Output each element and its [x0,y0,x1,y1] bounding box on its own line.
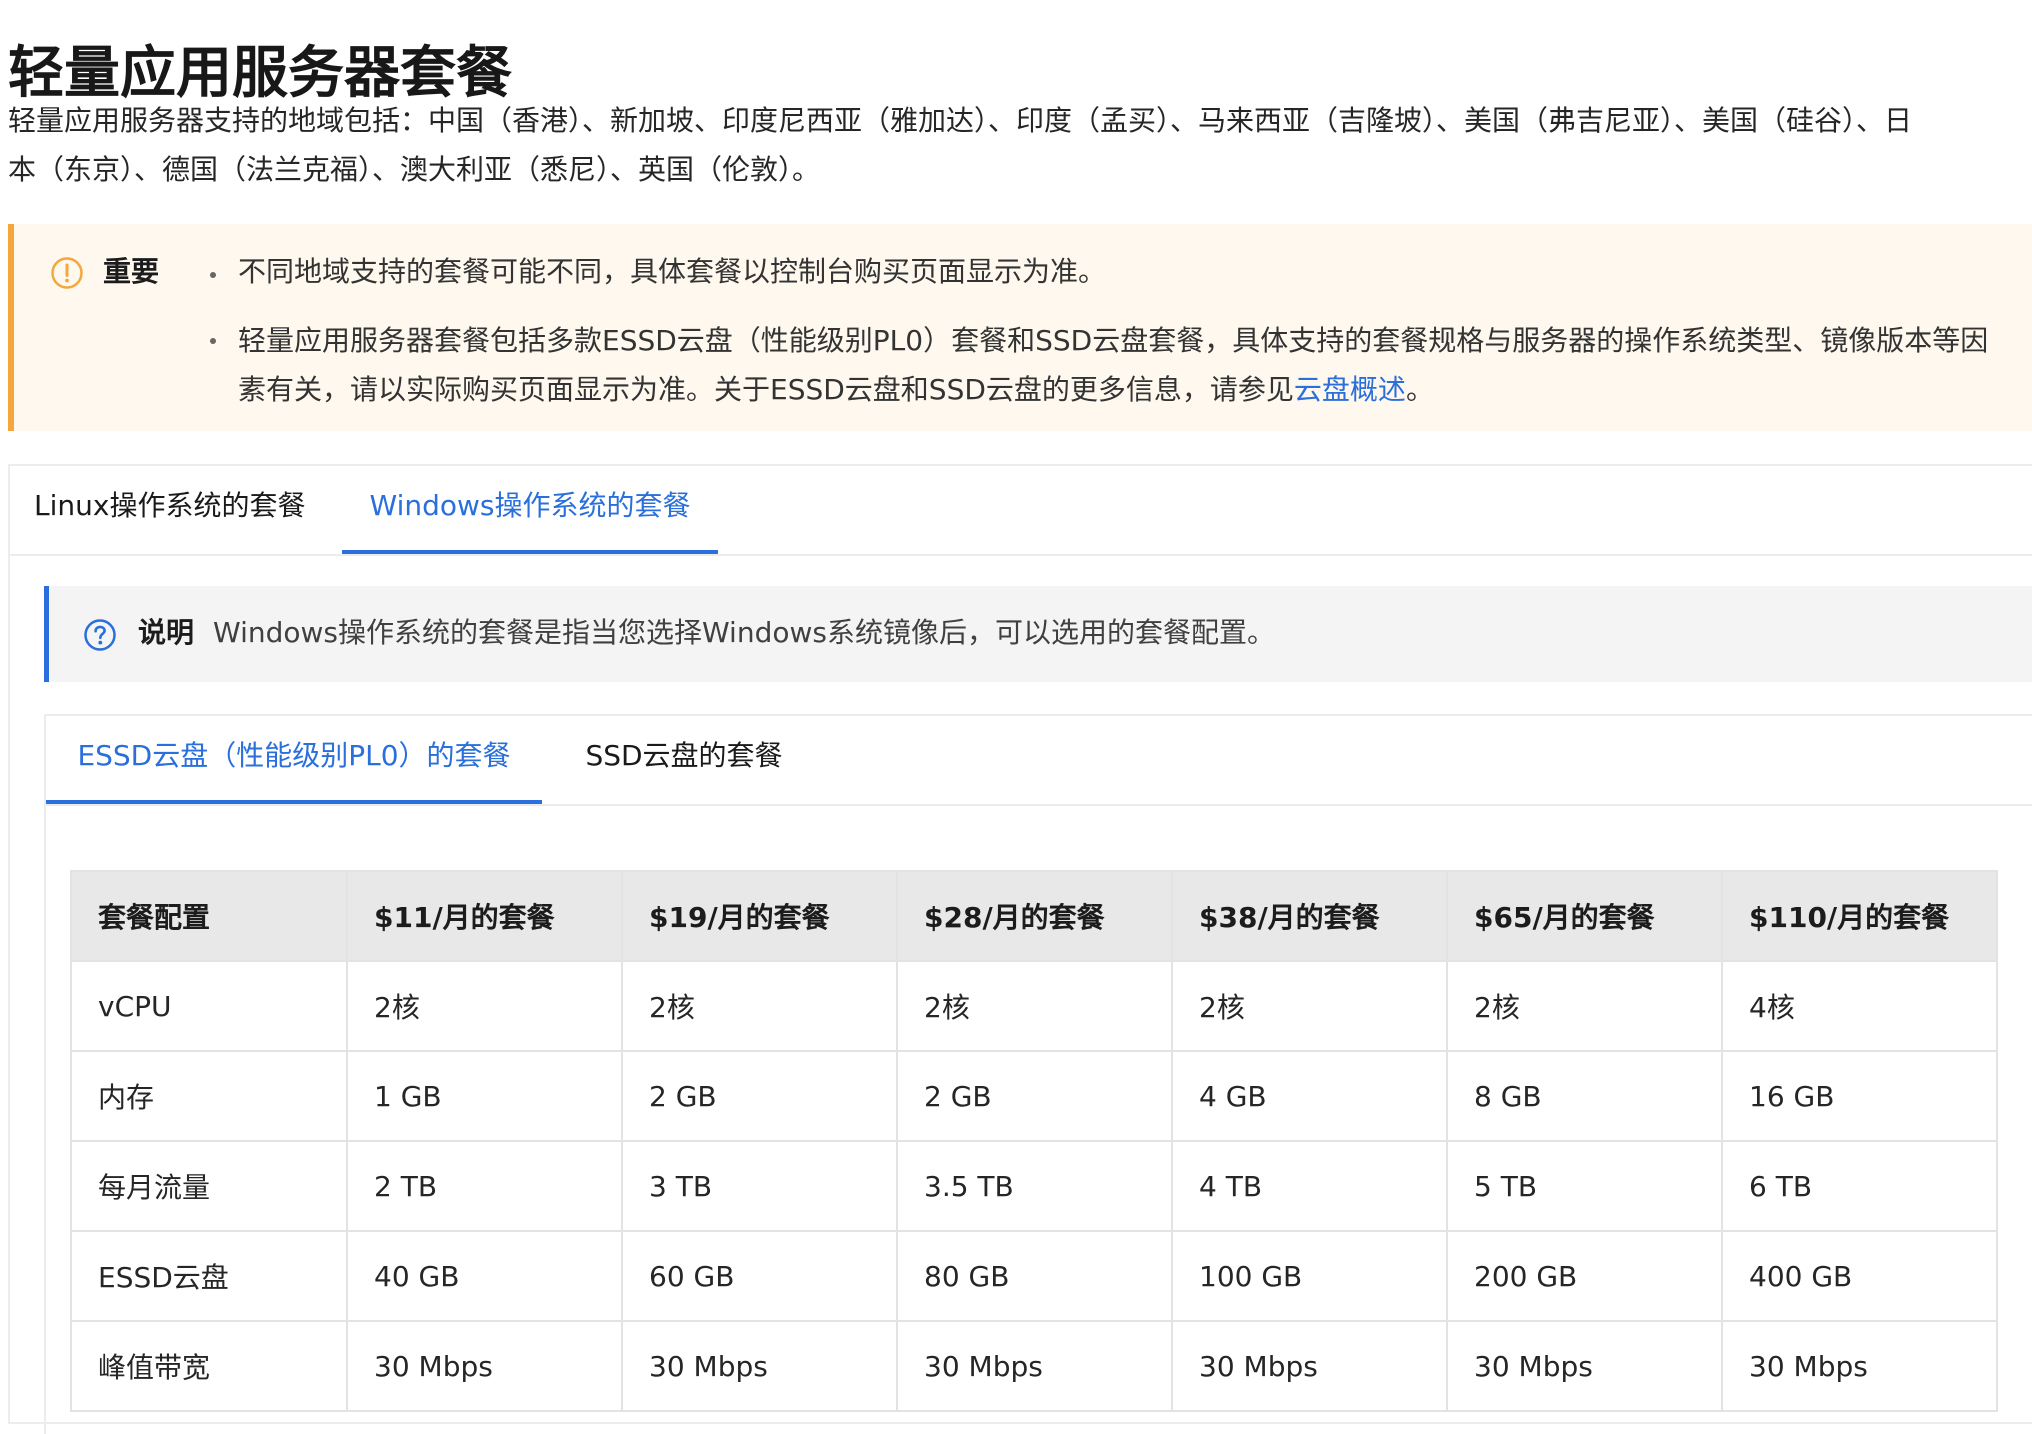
table-cell: 40 GB [346,1230,623,1322]
table-cell: 2核 [1171,960,1448,1052]
important-bullet-2: 轻量应用服务器套餐包括多款ESSD云盘（性能级别PL0）套餐和SSD云盘套餐，具… [210,316,2032,414]
table-cell: 30 Mbps [1446,1320,1723,1412]
important-notice: 重要 不同地域支持的套餐可能不同，具体套餐以控制台购买页面显示为准。 轻量应用服… [8,224,2032,431]
region-intro-line-1: 轻量应用服务器支持的地域包括：中国（香港）、新加坡、印度尼西亚（雅加达）、印度（… [8,104,1913,137]
table-cell: 5 TB [1446,1140,1723,1232]
table-cell: 80 GB [896,1230,1173,1322]
table-cell: 4核 [1721,960,1998,1052]
table-cell: 2 TB [346,1140,623,1232]
table-cell: 2 GB [896,1050,1173,1142]
table-cell: 6 TB [1721,1140,1998,1232]
table-cell: 2核 [621,960,898,1052]
table-cell: 4 GB [1171,1050,1448,1142]
important-bullet-2-text: 素有关，请以实际购买页面显示为准。关于ESSD云盘和SSD云盘的更多信息，请参见 [238,373,1294,406]
table-cell: 峰值带宽 [70,1320,348,1412]
os-tab-panel: Linux操作系统的套餐 Windows操作系统的套餐 说明 Windows操作… [8,464,2032,1434]
disk-tab-bar: ESSD云盘（性能级别PL0）的套餐 SSD云盘的套餐 [46,716,2032,806]
table-cell: 60 GB [621,1230,898,1322]
note-callout: 说明 Windows操作系统的套餐是指当您选择Windows系统镜像后，可以选用… [44,586,2032,682]
table-cell: 3.5 TB [896,1140,1173,1232]
note-label: 说明 [138,616,195,649]
table-cell: vCPU [70,960,348,1052]
question-circle-icon [83,618,117,652]
plans-table: 套餐配置 $11/月的套餐 $19/月的套餐 $28/月的套餐 $38/月的套餐… [70,870,1998,1412]
table-cell: 8 GB [1446,1050,1723,1142]
tab-linux[interactable]: Linux操作系统的套餐 [34,466,305,554]
disk-tab-panel: ESSD云盘（性能级别PL0）的套餐 SSD云盘的套餐 套餐配置 $11/月的套… [44,714,2032,1434]
table-cell: 2核 [896,960,1173,1052]
important-bullet-1: 不同地域支持的套餐可能不同，具体套餐以控制台购买页面显示为准。 [210,252,2032,292]
table-cell: 2 GB [621,1050,898,1142]
table-cell: 每月流量 [70,1140,348,1232]
important-bullet-2-line-2: 素有关，请以实际购买页面显示为准。关于ESSD云盘和SSD云盘的更多信息，请参见… [238,365,2032,414]
table-cell: 30 Mbps [896,1320,1173,1412]
table-cell: 3 TB [621,1140,898,1232]
table-header-cell: 套餐配置 [70,870,348,962]
table-row: 每月流量 2 TB 3 TB 3.5 TB 4 TB 5 TB 6 TB [70,1140,1998,1232]
important-bullet-2-line-1: 轻量应用服务器套餐包括多款ESSD云盘（性能级别PL0）套餐和SSD云盘套餐，具… [238,324,1989,357]
tab-windows[interactable]: Windows操作系统的套餐 [342,466,718,554]
tab-essd[interactable]: ESSD云盘（性能级别PL0）的套餐 [46,716,542,804]
table-cell: 30 Mbps [346,1320,623,1412]
cloud-disk-overview-link[interactable]: 云盘概述 [1294,373,1406,406]
table-cell: 2核 [1446,960,1723,1052]
table-cell: 400 GB [1721,1230,1998,1322]
table-header-row: 套餐配置 $11/月的套餐 $19/月的套餐 $28/月的套餐 $38/月的套餐… [70,870,1998,962]
table-row: 内存 1 GB 2 GB 2 GB 4 GB 8 GB 16 GB [70,1050,1998,1142]
table-cell: 2核 [346,960,623,1052]
table-cell: 100 GB [1171,1230,1448,1322]
important-label: 重要 [103,255,160,288]
os-tab-bar: Linux操作系统的套餐 Windows操作系统的套餐 [10,466,2032,556]
tab-ssd[interactable]: SSD云盘的套餐 [574,716,794,804]
table-header-cell: $38/月的套餐 [1171,870,1448,962]
table-cell: ESSD云盘 [70,1230,348,1322]
table-cell: 4 TB [1171,1140,1448,1232]
table-cell: 30 Mbps [621,1320,898,1412]
table-row: ESSD云盘 40 GB 60 GB 80 GB 100 GB 200 GB 4… [70,1230,1998,1322]
table-cell: 200 GB [1446,1230,1723,1322]
region-intro-line-2: 本（东京）、德国（法兰克福）、澳大利亚（悉尼）、英国（伦敦）。 [8,153,821,186]
note-text: Windows操作系统的套餐是指当您选择Windows系统镜像后，可以选用的套餐… [213,616,1275,649]
important-bullet-2-suffix: 。 [1405,373,1434,406]
table-row: vCPU 2核 2核 2核 2核 2核 4核 [70,960,1998,1052]
table-header-cell: $11/月的套餐 [346,870,623,962]
table-cell: 内存 [70,1050,348,1142]
warning-circle-icon [50,256,84,290]
table-cell: 1 GB [346,1050,623,1142]
important-list: 不同地域支持的套餐可能不同，具体套餐以控制台购买页面显示为准。 轻量应用服务器套… [210,252,2032,414]
table-header-cell: $19/月的套餐 [621,870,898,962]
table-header-cell: $65/月的套餐 [1446,870,1723,962]
table-cell: 16 GB [1721,1050,1998,1142]
table-cell: 30 Mbps [1171,1320,1448,1412]
table-row: 峰值带宽 30 Mbps 30 Mbps 30 Mbps 30 Mbps 30 … [70,1320,1998,1412]
table-header-cell: $28/月的套餐 [896,870,1173,962]
table-cell: 30 Mbps [1721,1320,1998,1412]
table-header-cell: $110/月的套餐 [1721,870,1998,962]
region-intro: 轻量应用服务器支持的地域包括：中国（香港）、新加坡、印度尼西亚（雅加达）、印度（… [8,96,2032,194]
